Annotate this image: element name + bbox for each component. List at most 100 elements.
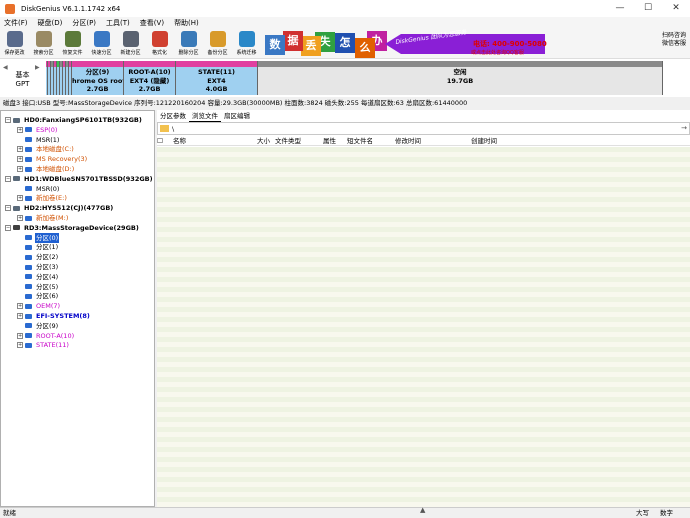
hard-disk-icon: [13, 117, 20, 123]
menu-partition[interactable]: 分区(P): [72, 18, 96, 28]
close-button[interactable]: ✕: [662, 0, 690, 17]
partition-icon: [25, 333, 32, 339]
tree-disk-node[interactable]: − HD0:FanxiangSP6101TB(932GB): [5, 115, 143, 125]
menu-disk[interactable]: 硬盘(D): [38, 18, 63, 28]
minimize-button[interactable]: —: [606, 0, 634, 17]
partition-block-body: 分区(9) hrome OS root 2.7GB: [72, 67, 123, 95]
tree-partition-node[interactable]: 分区(2): [17, 252, 59, 262]
tree-partition-node[interactable]: + OEM(7): [17, 301, 61, 311]
qr-consult[interactable]: 扫码咨询 微信客服: [628, 32, 686, 48]
tree-partition-node[interactable]: + MS Recovery(3): [17, 154, 88, 164]
tree-partition-node[interactable]: 分区(0): [17, 232, 60, 243]
col-name[interactable]: 名称: [173, 136, 257, 145]
tab-sector-edit[interactable]: 扇区编辑: [221, 110, 253, 122]
menu-view[interactable]: 查看(V): [140, 18, 164, 28]
tree-partition-node[interactable]: MSR(1): [17, 135, 60, 145]
path-bar[interactable]: \ →: [157, 122, 690, 135]
collapse-icon[interactable]: −: [5, 117, 11, 123]
menu-file[interactable]: 文件(F): [4, 18, 28, 28]
tab-partition-params[interactable]: 分区参数: [157, 110, 189, 122]
col-size[interactable]: 大小: [257, 136, 275, 145]
toolbar-button-search-partition[interactable]: 搜索分区: [29, 29, 58, 58]
menu-bar: 文件(F) 硬盘(D) 分区(P) 工具(T) 查看(V) 帮助(H): [0, 17, 690, 29]
tree-disk-node[interactable]: − RD3:MassStorageDevice(29GB): [5, 223, 140, 233]
tree-partition-node[interactable]: + 新加卷(M:): [17, 213, 69, 223]
window-title: DiskGenius V6.1.1.1742 x64: [21, 4, 121, 13]
toolbar-button-backup-partition[interactable]: 备份分区: [203, 29, 232, 58]
tree-disk-node[interactable]: − HD2:HYS512(CJ)(477GB): [5, 203, 114, 213]
toolbar-button-quick-partition[interactable]: 快速分区: [87, 29, 116, 58]
save-icon: [6, 31, 23, 47]
partition-name: ROOT-A(10): [128, 68, 171, 76]
tree-node-label: RD3:MassStorageDevice(29GB): [24, 223, 139, 232]
toolbar-button-format[interactable]: 格式化: [145, 29, 174, 58]
banner-ad[interactable]: 办么怎失丢据数 DiskGenius 团队为您服务 电话: 400-900-50…: [265, 29, 547, 59]
col-attr[interactable]: 属性: [323, 136, 347, 145]
col-modified[interactable]: 修改时间: [395, 136, 471, 145]
tree-node-label: 分区(9): [36, 321, 59, 330]
tree-node-label: 本地磁盘(C:): [36, 145, 74, 154]
menu-help[interactable]: 帮助(H): [174, 18, 199, 28]
partition-block[interactable]: 空闲 19.7GB: [258, 61, 663, 95]
tree-partition-node[interactable]: 分区(9): [17, 321, 59, 331]
tab-browse-files[interactable]: 浏览文件: [189, 110, 221, 122]
toolbar-button-delete-partition[interactable]: 删除分区: [174, 29, 203, 58]
tree-node-label: 本地磁盘(D:): [36, 165, 75, 173]
tree-disk-node[interactable]: − HD1:WDBlueSN5701TBSSD(932GB): [5, 174, 154, 184]
tree-partition-node[interactable]: 分区(1): [17, 242, 59, 252]
partition-size: 4.0GB: [205, 85, 228, 93]
toolbar-button-save[interactable]: 保存更改: [0, 29, 29, 58]
splitter-grip-icon[interactable]: ▲: [420, 505, 425, 516]
collapse-icon[interactable]: −: [5, 205, 11, 212]
partition-block[interactable]: ROOT-A(10) EXT4 (隐藏) 2.7GB: [124, 61, 176, 95]
col-created[interactable]: 创建时间: [471, 136, 531, 145]
tree-partition-node[interactable]: 分区(5): [17, 282, 59, 292]
tree-node-label: 分区(2): [36, 253, 59, 262]
tree-partition-node[interactable]: + ROOT-A(10): [17, 331, 75, 341]
col-shortname[interactable]: 短文件名: [347, 136, 395, 145]
expand-icon[interactable]: +: [17, 303, 23, 310]
expand-icon[interactable]: +: [17, 342, 23, 349]
expand-icon[interactable]: +: [17, 215, 23, 221]
partition-block[interactable]: STATE(11) EXT4 4.0GB: [176, 61, 258, 95]
backup-partition-icon: [209, 31, 226, 47]
col-filetype[interactable]: 文件类型: [275, 136, 323, 145]
tree-partition-node[interactable]: 分区(4): [17, 272, 59, 282]
expand-icon[interactable]: +: [17, 166, 23, 172]
toolbar-button-recover-file[interactable]: 恢复文件: [58, 29, 87, 58]
expand-icon[interactable]: +: [17, 195, 23, 202]
expand-icon[interactable]: +: [17, 126, 23, 133]
tree-partition-node[interactable]: + ESP(0): [17, 125, 58, 135]
expand-icon[interactable]: +: [17, 146, 23, 153]
collapse-icon[interactable]: −: [5, 224, 11, 231]
collapse-icon[interactable]: −: [5, 175, 11, 182]
file-list[interactable]: [157, 147, 690, 507]
partition-block-body: ROOT-A(10) EXT4 (隐藏) 2.7GB: [124, 67, 175, 95]
tree-partition-node[interactable]: + 本地磁盘(C:): [17, 144, 75, 154]
tree-node-label: HD1:WDBlueSN5701TBSSD(932GB): [24, 174, 153, 183]
partition-block[interactable]: 分区(9) hrome OS root 2.7GB: [72, 61, 124, 95]
expand-icon[interactable]: +: [17, 313, 23, 319]
tree-partition-node[interactable]: 分区(6): [17, 291, 59, 301]
maximize-button[interactable]: ☐: [634, 0, 662, 17]
partition-icon: [25, 127, 32, 133]
tree-partition-node[interactable]: + 本地磁盘(D:): [17, 164, 75, 174]
expand-icon[interactable]: +: [17, 156, 23, 163]
expand-icon[interactable]: +: [17, 332, 23, 339]
toolbar-label: 系统迁移: [236, 50, 257, 56]
partition-block-body: [46, 67, 47, 95]
tree-partition-node[interactable]: MSR(0): [17, 184, 60, 194]
tree-partition-node[interactable]: + EFI-SYSTEM(8): [17, 311, 91, 321]
menu-tools[interactable]: 工具(T): [106, 18, 130, 28]
go-arrow-icon[interactable]: →: [681, 124, 687, 132]
toolbar-button-new-partition[interactable]: 新建分区: [116, 29, 145, 58]
title-bar: DiskGenius V6.1.1.1742 x64 — ☐ ✕: [0, 0, 690, 17]
tree-partition-node[interactable]: 分区(3): [17, 262, 59, 272]
banner-qq-link[interactable]: 或点击此处咨询QQ客服: [471, 49, 524, 56]
toolbar-button-system-migrate[interactable]: 系统迁移: [232, 29, 261, 58]
banner-phone: 电话: 400-900-5080: [473, 40, 547, 48]
tree-partition-node[interactable]: + STATE(11): [17, 340, 70, 350]
partition-fs: 19.7GB: [446, 76, 474, 85]
checkbox-column-icon[interactable]: ☐: [157, 136, 173, 145]
tree-partition-node[interactable]: + 新加卷(E:): [17, 193, 68, 203]
